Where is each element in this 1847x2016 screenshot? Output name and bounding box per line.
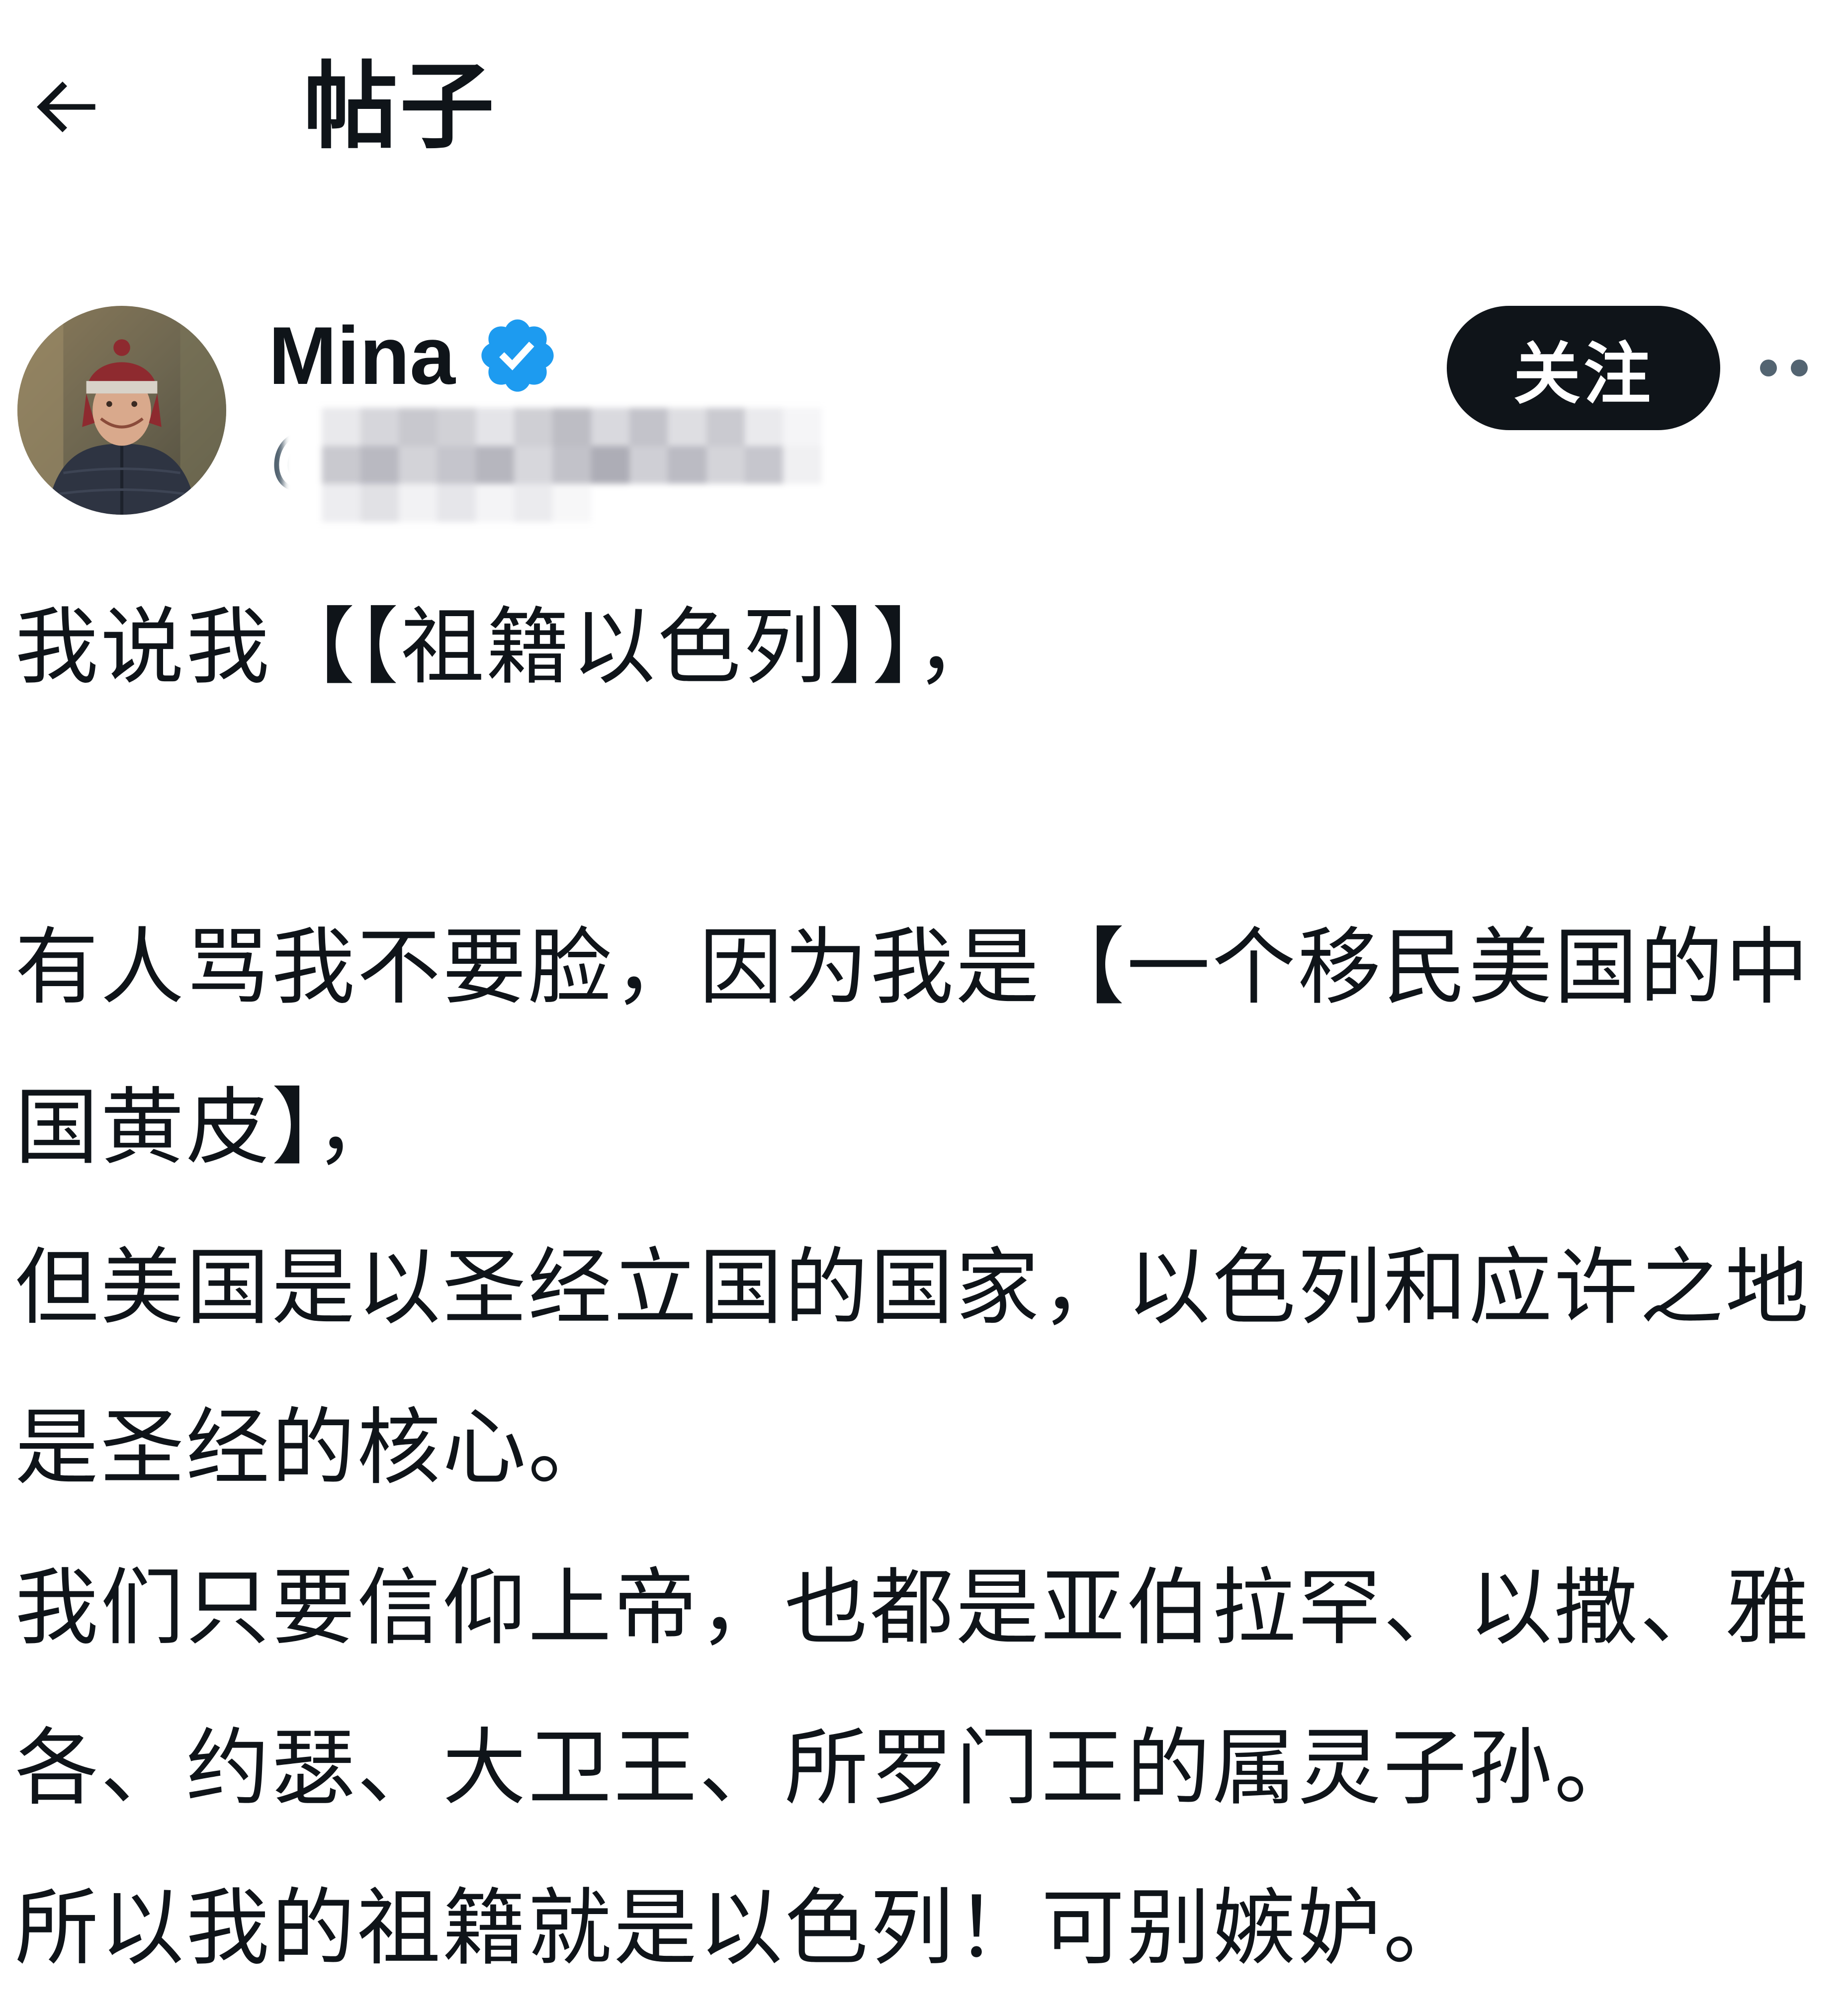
avatar[interactable] — [17, 306, 226, 515]
arrow-left-icon — [37, 82, 95, 132]
display-name[interactable]: Mina — [268, 308, 455, 403]
top-bar: 帖子 — [0, 0, 1847, 209]
back-button[interactable] — [20, 60, 114, 154]
follow-button[interactable]: 关注 — [1447, 306, 1720, 430]
verified-badge-icon — [475, 313, 560, 398]
more-dot — [1791, 360, 1808, 376]
post-body-text: 我说我【【祖籍以色列】】， 有人骂我不要脸，因为我是【一个移民美国的中国黄皮】，… — [15, 598, 1811, 1977]
more-options-icon[interactable] — [1760, 338, 1847, 398]
pixelated-redaction — [283, 408, 860, 522]
user-avatar — [17, 306, 226, 515]
page-title: 帖子 — [303, 52, 497, 162]
display-name-row: Mina — [268, 308, 560, 403]
more-dot — [1760, 360, 1777, 376]
